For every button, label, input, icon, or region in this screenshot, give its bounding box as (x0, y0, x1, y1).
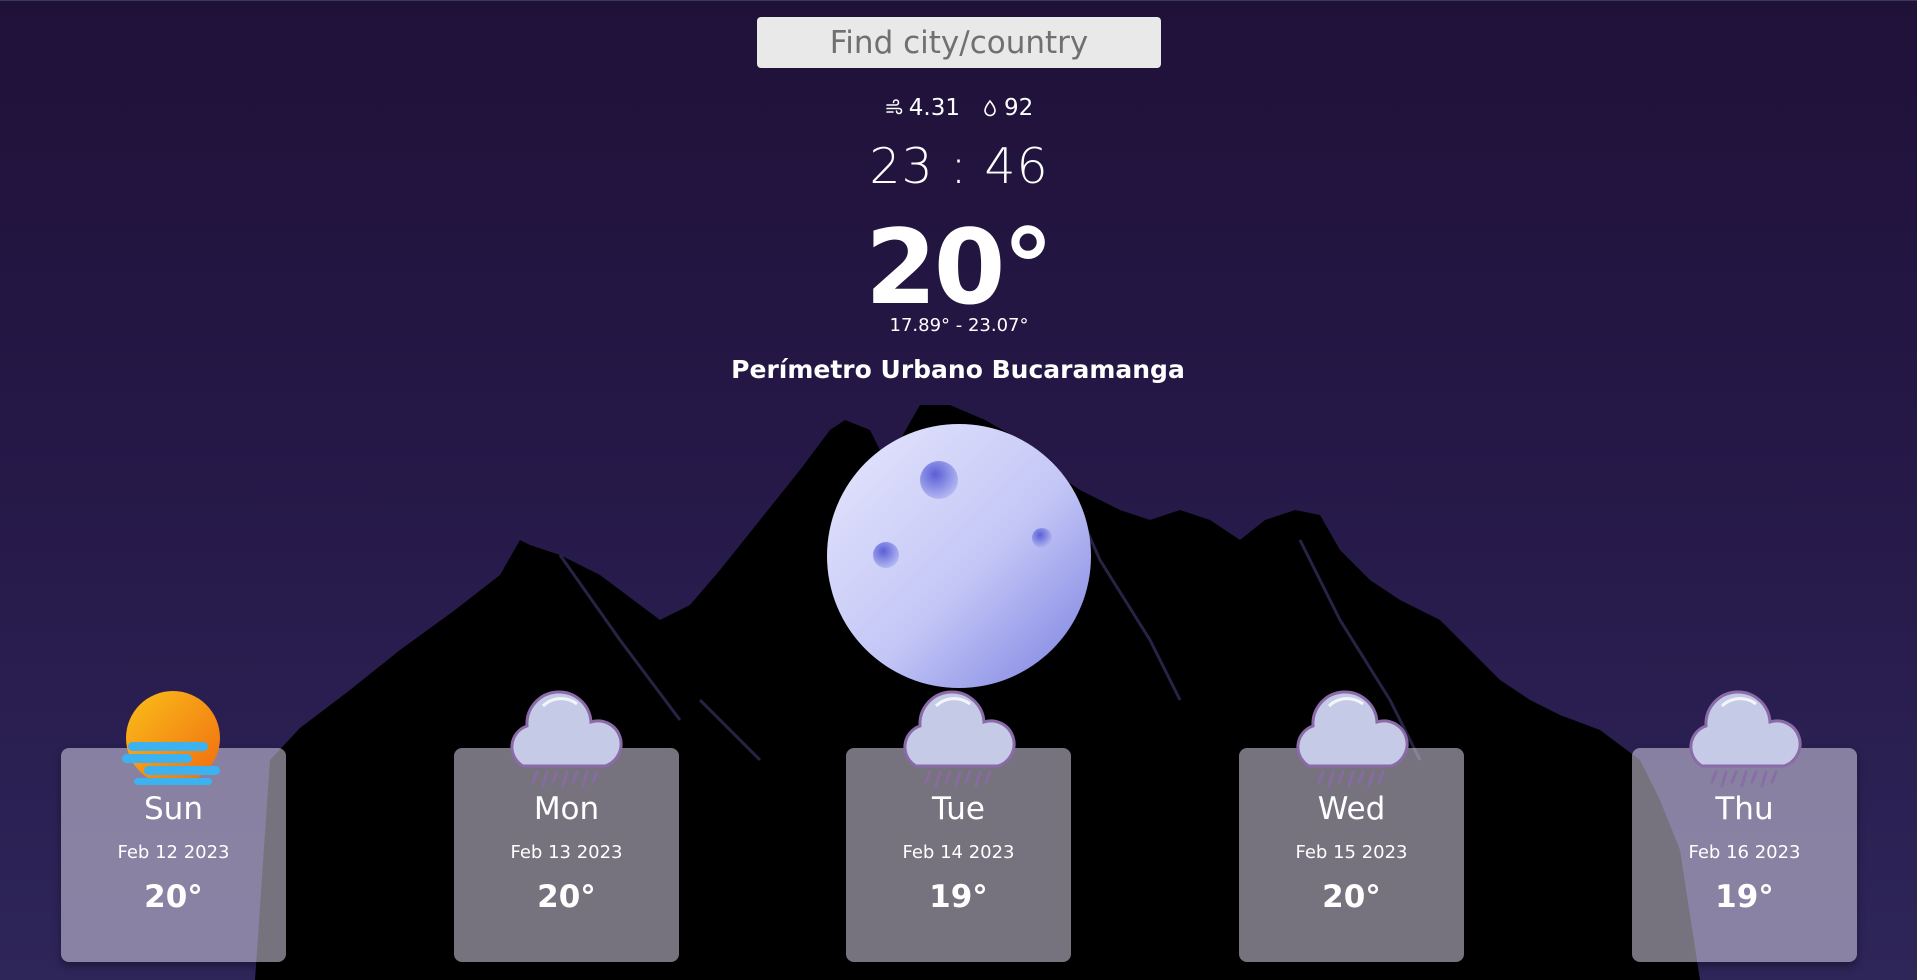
forecast-temperature: 19° (929, 879, 988, 915)
current-time: 23 : 46 (869, 138, 1049, 195)
wind-icon (885, 99, 903, 115)
rain-cloud-icon (1296, 690, 1409, 788)
sunset-icon (122, 691, 220, 785)
rain-cloud-icon (903, 690, 1016, 788)
forecast-date: Feb 16 2023 (1688, 842, 1801, 863)
weather-stats: 4.31 92 (858, 91, 1060, 125)
humidity-value: 92 (1003, 95, 1034, 121)
crater (873, 542, 899, 568)
wind-speed: 4.31 (908, 95, 960, 121)
forecast-temperature: 20° (537, 879, 596, 915)
city-name: Perímetro Urbano Bucaramanga (731, 355, 1185, 384)
forecast-date: Feb 12 2023 (117, 842, 230, 863)
droplet-icon (984, 99, 996, 117)
rain-cloud-icon (1689, 690, 1802, 788)
wind-stat: 4.31 (885, 95, 960, 121)
humidity-stat: 92 (982, 95, 1033, 121)
rain-cloud-icon (510, 690, 623, 788)
forecast-date: Feb 14 2023 (902, 842, 1015, 863)
search-input[interactable] (757, 17, 1161, 68)
forecast-temperature: 19° (1715, 879, 1774, 915)
moon-icon (827, 424, 1091, 688)
current-temperature: 20° (865, 208, 1054, 328)
forecast-temperature: 20° (144, 879, 203, 915)
crater (920, 461, 958, 499)
temperature-range: 17.89° - 23.07° (889, 315, 1029, 336)
forecast-temperature: 20° (1322, 879, 1381, 915)
crater (1032, 528, 1052, 548)
forecast-date: Feb 13 2023 (510, 842, 623, 863)
forecast-date: Feb 15 2023 (1295, 842, 1408, 863)
search-box (757, 17, 1161, 68)
